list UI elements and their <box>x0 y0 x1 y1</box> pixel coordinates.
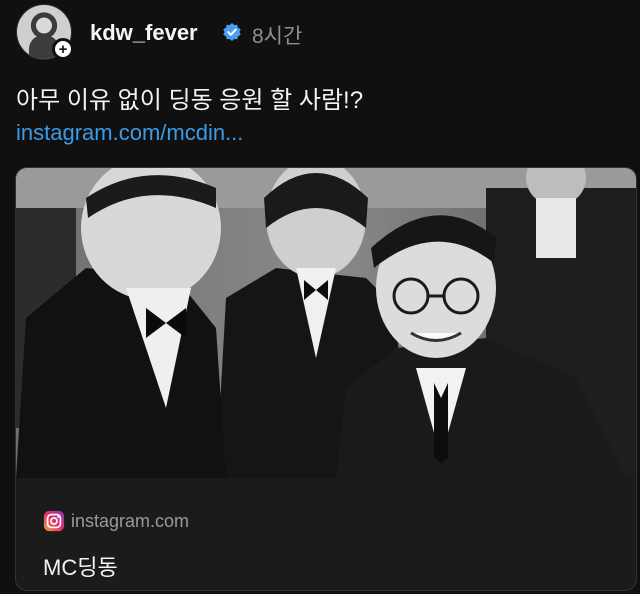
link-preview-card[interactable]: instagram.com MC딩동 <box>15 167 637 591</box>
verified-badge-icon <box>223 23 241 41</box>
post-timestamp: 8시간 <box>252 25 303 48</box>
preview-photo-image <box>16 168 636 478</box>
link-domain-row: instagram.com <box>43 508 189 534</box>
post-header: + kdw_fever 8시간 <box>16 4 616 60</box>
follow-plus-button[interactable]: + <box>52 38 74 60</box>
link-domain-text: instagram.com <box>71 510 190 531</box>
post-link[interactable]: instagram.com/mcdin... <box>16 120 243 146</box>
instagram-icon <box>43 510 65 532</box>
post-body-text: 아무 이유 없이 딩동 응원 할 사람!? <box>16 87 364 114</box>
link-preview-footer: instagram.com MC딩동 <box>16 478 636 590</box>
link-card-title: MC딩동 <box>43 555 118 580</box>
author-username[interactable]: kdw_fever <box>90 20 198 46</box>
